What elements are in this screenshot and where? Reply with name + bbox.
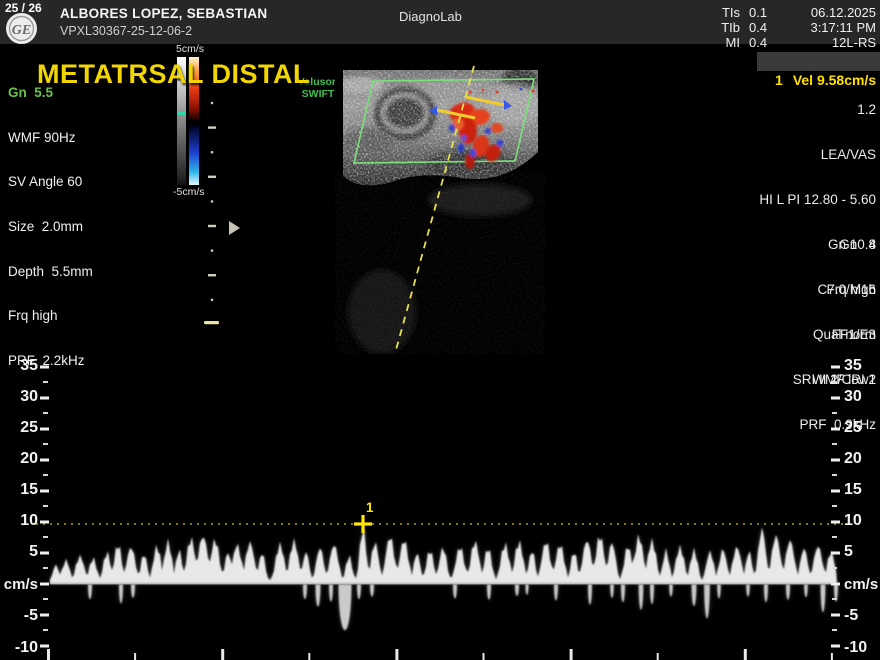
y-label-left-15: 15 xyxy=(0,481,38,499)
tissue-band xyxy=(336,69,538,190)
spectral-trace xyxy=(50,525,838,630)
ultrasound-screen: 25 / 26 GE ALBORES LOPEZ, SEBASTIAN VPXL… xyxy=(0,0,880,660)
y-label-left-m5: -5 xyxy=(0,607,38,625)
y-label-left-30: 30 xyxy=(0,388,38,406)
y-unit-right: cm/s xyxy=(844,576,878,593)
focus-arrow-icon xyxy=(229,221,240,235)
caliper-number: 1 xyxy=(366,500,374,515)
y-label-left-10: 10 xyxy=(0,512,38,530)
axis-ticks xyxy=(40,366,840,648)
y-label-right-10: 10 xyxy=(844,512,862,530)
y-label-left-5: 5 xyxy=(0,543,38,561)
y-label-right-25: 25 xyxy=(844,419,862,437)
y-label-left-25: 25 xyxy=(0,419,38,437)
y-label-right-m10: -10 xyxy=(844,639,867,657)
y-label-right-15: 15 xyxy=(844,481,862,499)
depth-ruler xyxy=(208,102,216,301)
caliper-marker: 1 xyxy=(354,500,374,533)
y-label-left-20: 20 xyxy=(0,450,38,468)
y-unit-left: cm/s xyxy=(0,576,38,593)
y-label-right-30: 30 xyxy=(844,388,862,406)
annotation-text: METATRSAL DISTAL xyxy=(37,59,310,90)
y-label-left-m10: -10 xyxy=(0,639,38,657)
y-label-left-35: 35 xyxy=(0,357,38,375)
y-label-right-m5: -5 xyxy=(844,607,858,625)
bmode-image xyxy=(335,58,545,354)
time-axis-ticks xyxy=(47,649,833,660)
y-label-right-20: 20 xyxy=(844,450,862,468)
y-label-right-35: 35 xyxy=(844,357,862,375)
focal-zone-marker xyxy=(204,321,219,324)
y-label-right-5: 5 xyxy=(844,543,853,561)
background-speckle xyxy=(343,180,538,350)
